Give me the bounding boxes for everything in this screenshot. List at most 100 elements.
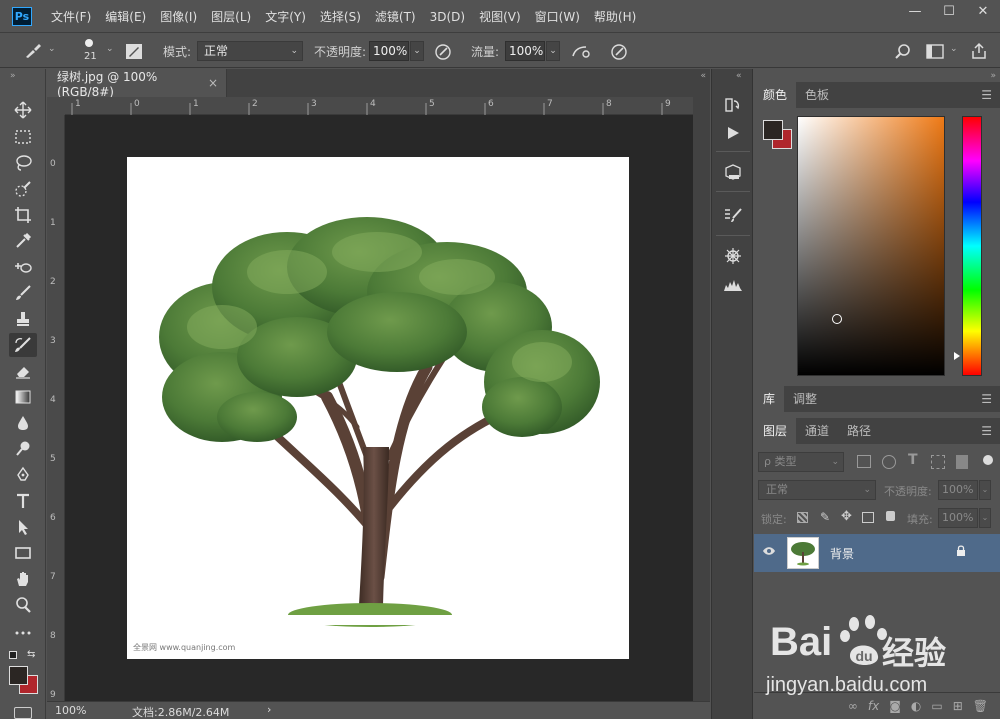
move-tool[interactable] bbox=[9, 98, 37, 122]
type-tool[interactable] bbox=[9, 489, 37, 513]
status-menu-arrow[interactable]: › bbox=[267, 703, 271, 716]
airbrush-icon[interactable] bbox=[570, 43, 590, 63]
layer-row-background[interactable]: 背景 bbox=[754, 534, 1000, 572]
swap-colors-icon[interactable]: ⇆ bbox=[27, 649, 35, 660]
more-tools[interactable] bbox=[9, 621, 37, 645]
menu-3d[interactable]: 3D(D) bbox=[423, 10, 472, 24]
quick-select-tool[interactable] bbox=[9, 177, 37, 201]
tab-layers[interactable]: 图层 bbox=[754, 418, 797, 444]
search-icon[interactable] bbox=[894, 43, 912, 64]
ruler-corner[interactable] bbox=[47, 97, 65, 115]
menu-window[interactable]: 窗口(W) bbox=[528, 8, 587, 25]
navigator-panel-button[interactable] bbox=[712, 242, 754, 270]
filter-shape-icon[interactable] bbox=[931, 455, 945, 469]
filter-adjustment-icon[interactable] bbox=[882, 455, 896, 469]
spot-healing-tool[interactable] bbox=[9, 255, 37, 279]
eye-icon[interactable] bbox=[762, 545, 776, 560]
gradient-tool[interactable] bbox=[9, 385, 37, 409]
zoom-level[interactable]: 100% bbox=[55, 704, 86, 717]
filter-toggle-icon[interactable] bbox=[983, 455, 993, 465]
menu-select[interactable]: 选择(S) bbox=[313, 8, 368, 25]
fill-toggle[interactable]: ⌄ bbox=[979, 508, 991, 528]
eraser-tool[interactable] bbox=[9, 359, 37, 383]
fill-input[interactable]: 100% bbox=[938, 508, 978, 528]
mode-select[interactable]: 正常 ⌄ bbox=[197, 41, 303, 61]
rectangle-tool[interactable] bbox=[9, 541, 37, 565]
layers-panel-menu-icon[interactable]: ☰ bbox=[981, 418, 992, 444]
minimize-button[interactable]: — bbox=[898, 0, 932, 24]
opacity-input[interactable]: 100% bbox=[369, 41, 409, 61]
horizontal-ruler[interactable]: 1 0 1 2 3 4 5 6 7 8 9 bbox=[65, 97, 693, 115]
history-brush-tool[interactable] bbox=[9, 333, 37, 357]
clone-stamp-tool[interactable] bbox=[9, 307, 37, 331]
collapse-tools-icon[interactable]: » bbox=[10, 71, 16, 81]
layer-filter-select[interactable]: ρ 类型 ⌄ bbox=[758, 452, 844, 472]
expand-panels-icon[interactable]: « bbox=[736, 71, 742, 81]
opacity-slider-toggle[interactable]: ⌄ bbox=[410, 41, 424, 61]
hue-slider-handle[interactable] bbox=[954, 352, 960, 360]
pen-tool[interactable] bbox=[9, 463, 37, 487]
menu-filter[interactable]: 滤镜(T) bbox=[368, 8, 423, 25]
collapse-panel-icon[interactable]: « bbox=[700, 71, 706, 81]
brush-settings-icon[interactable] bbox=[126, 44, 142, 59]
filter-smart-object-icon[interactable] bbox=[956, 455, 968, 469]
flow-input[interactable]: 100% bbox=[505, 41, 545, 61]
brush-chevron-icon[interactable]: ⌄ bbox=[106, 44, 114, 54]
brush-tool[interactable] bbox=[9, 281, 37, 305]
saturation-brightness-field[interactable] bbox=[797, 116, 945, 376]
collapse-right-panel-icon[interactable]: » bbox=[990, 71, 996, 81]
filter-pixel-icon[interactable] bbox=[857, 455, 871, 468]
actions-panel-button[interactable] bbox=[712, 119, 754, 147]
pressure-size-icon[interactable] bbox=[610, 43, 628, 63]
chevron-down-icon[interactable]: ⌄ bbox=[48, 44, 56, 54]
document-tab[interactable]: 绿树.jpg @ 100%(RGB/8#) × bbox=[47, 69, 227, 99]
maximize-button[interactable]: ☐ bbox=[932, 0, 966, 24]
layer-opacity-input[interactable]: 100% bbox=[938, 480, 978, 500]
blur-tool[interactable] bbox=[9, 411, 37, 435]
menu-help[interactable]: 帮助(H) bbox=[587, 8, 643, 25]
lock-transparent-icon[interactable] bbox=[797, 512, 808, 523]
filter-type-icon[interactable]: T bbox=[908, 452, 918, 468]
workspace-icon[interactable] bbox=[926, 44, 944, 62]
crop-tool[interactable] bbox=[9, 203, 37, 227]
layer-lock-icon[interactable] bbox=[956, 545, 966, 560]
brush-tip-icon[interactable] bbox=[85, 39, 93, 47]
library-panel-menu-icon[interactable]: ☰ bbox=[981, 386, 992, 412]
tab-adjustments[interactable]: 调整 bbox=[784, 386, 826, 412]
color-picker-handle[interactable] bbox=[832, 314, 842, 324]
vertical-scrollbar[interactable] bbox=[693, 97, 710, 701]
tab-color[interactable]: 颜色 bbox=[754, 82, 797, 108]
lock-all-icon[interactable] bbox=[886, 511, 895, 521]
quick-mask-icon[interactable] bbox=[14, 707, 32, 719]
share-icon[interactable] bbox=[970, 42, 988, 63]
menu-image[interactable]: 图像(I) bbox=[153, 8, 204, 25]
tool-preset-picker[interactable] bbox=[24, 43, 42, 62]
vertical-ruler[interactable]: 0 1 2 3 4 5 6 7 8 9 bbox=[47, 115, 65, 701]
document-canvas[interactable] bbox=[127, 157, 629, 659]
3d-panel-button[interactable] bbox=[712, 158, 754, 186]
tab-swatches[interactable]: 色板 bbox=[796, 82, 838, 108]
lock-artboard-icon[interactable] bbox=[862, 512, 874, 523]
lock-position-icon[interactable]: ✥ bbox=[841, 509, 852, 524]
layer-opacity-toggle[interactable]: ⌄ bbox=[979, 480, 991, 500]
color-panel-menu-icon[interactable]: ☰ bbox=[981, 82, 992, 108]
menu-view[interactable]: 视图(V) bbox=[472, 8, 528, 25]
dodge-tool[interactable] bbox=[9, 437, 37, 461]
blend-mode-select[interactable]: 正常 ⌄ bbox=[758, 480, 876, 500]
menu-file[interactable]: 文件(F) bbox=[44, 8, 98, 25]
tab-channels[interactable]: 通道 bbox=[796, 418, 838, 444]
zoom-tool[interactable] bbox=[9, 593, 37, 617]
tab-libraries[interactable]: 库 bbox=[754, 386, 785, 412]
layer-name[interactable]: 背景 bbox=[830, 545, 854, 562]
brush-settings-panel-button[interactable] bbox=[712, 201, 754, 229]
tab-paths[interactable]: 路径 bbox=[838, 418, 880, 444]
foreground-color-swatch[interactable] bbox=[9, 666, 28, 685]
menu-edit[interactable]: 编辑(E) bbox=[98, 8, 153, 25]
history-panel-button[interactable] bbox=[712, 91, 754, 119]
menu-layer[interactable]: 图层(L) bbox=[204, 8, 258, 25]
pressure-opacity-icon[interactable] bbox=[434, 43, 452, 63]
path-select-tool[interactable] bbox=[9, 515, 37, 539]
lasso-tool[interactable] bbox=[9, 151, 37, 175]
histogram-panel-button[interactable] bbox=[712, 270, 754, 298]
panel-foreground-color[interactable] bbox=[763, 120, 783, 140]
